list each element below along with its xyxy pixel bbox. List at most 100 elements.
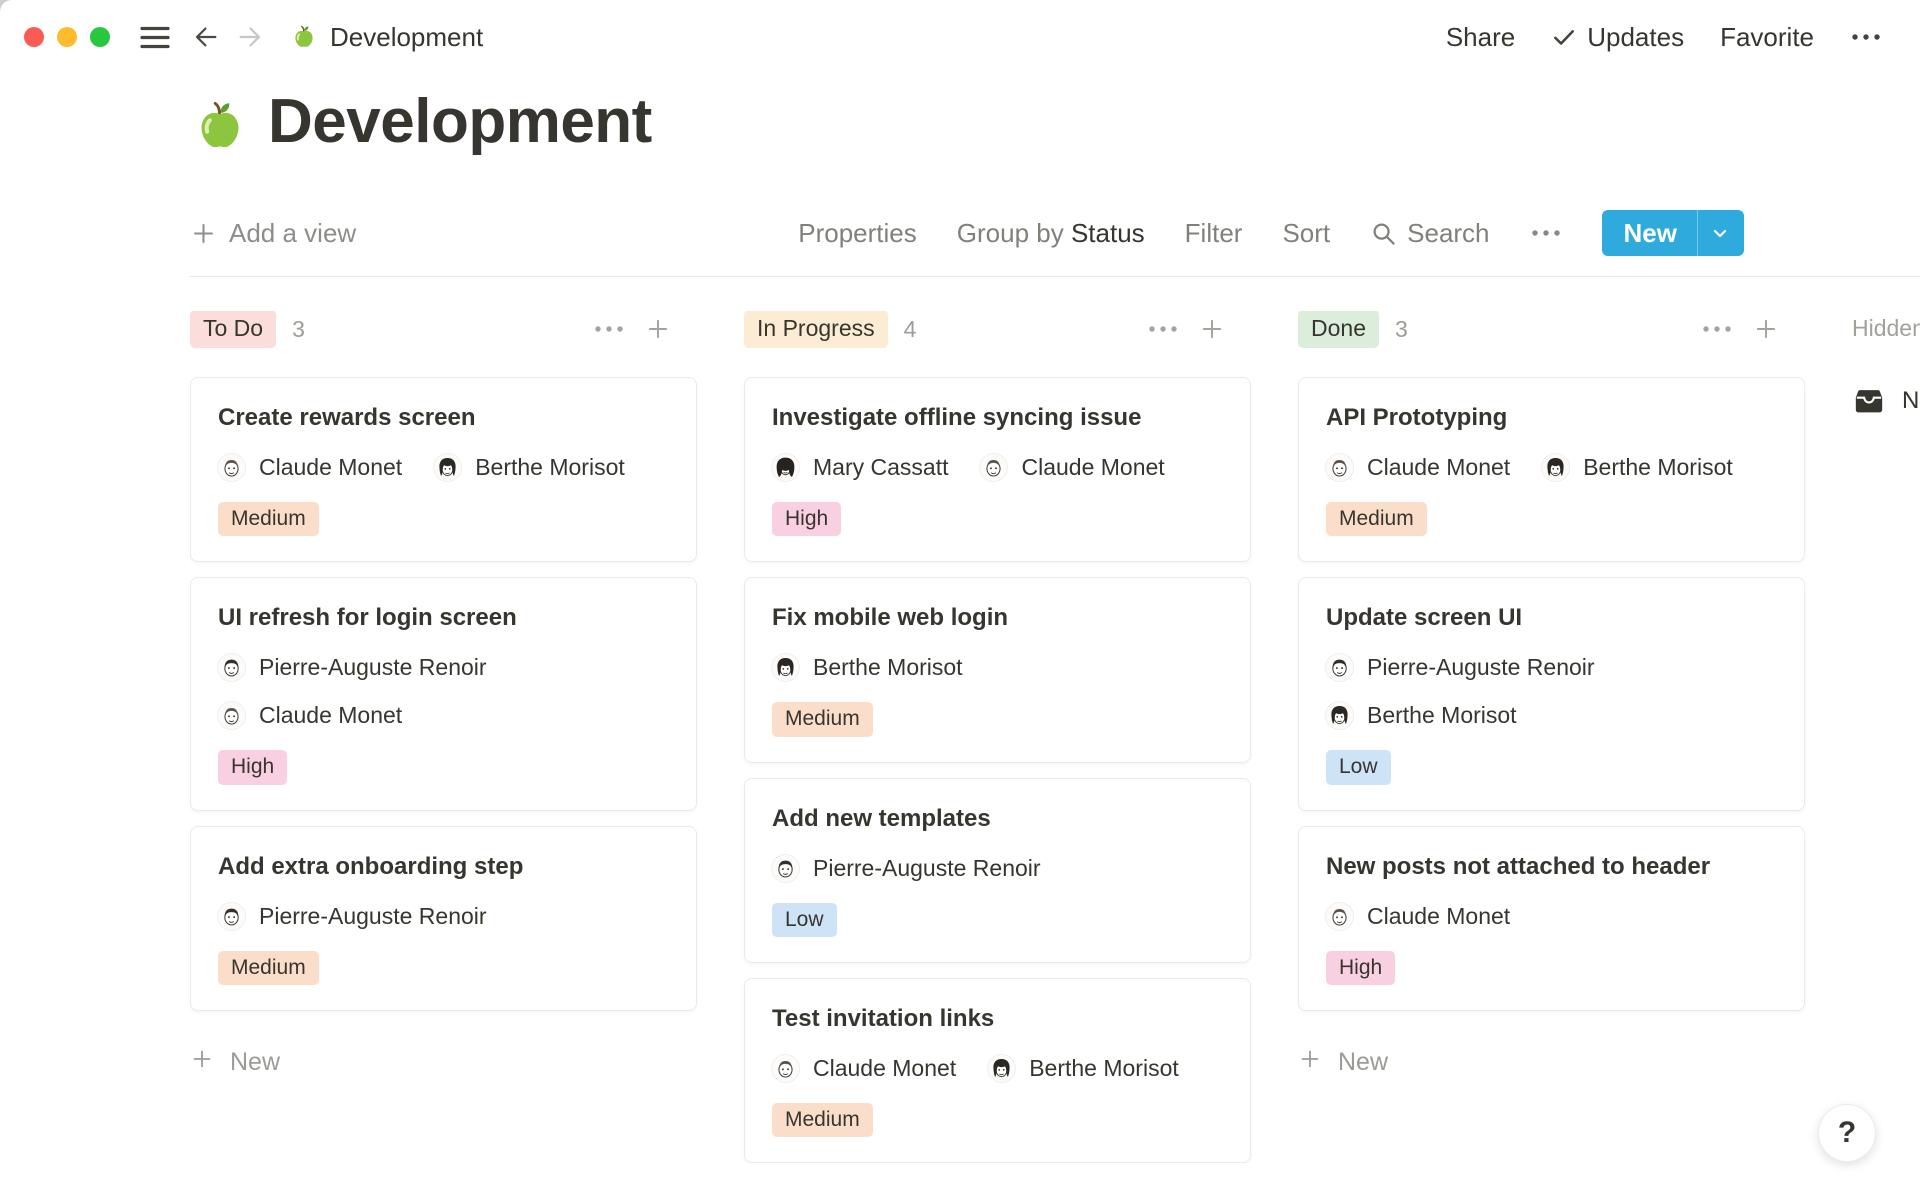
more-options-icon[interactable]: [1850, 32, 1882, 42]
toolbar-more-icon[interactable]: [1530, 228, 1562, 238]
hidden-group[interactable]: No Status: [1852, 384, 1920, 418]
card[interactable]: Update screen UI Pierre-Auguste Renoir Ber…: [1298, 577, 1805, 810]
column-more-icon[interactable]: [1701, 324, 1733, 334]
menu-icon[interactable]: [140, 24, 170, 51]
card[interactable]: Create rewards screen Claude MonetBerthe …: [190, 377, 697, 562]
card[interactable]: Investigate offline syncing issueMary Ca…: [744, 377, 1251, 562]
column-cards: Investigate offline syncing issueMary Ca…: [744, 377, 1251, 1163]
favorite-button[interactable]: Favorite: [1720, 22, 1814, 53]
card[interactable]: Test invitation linksClaude MonetBerthe …: [744, 978, 1251, 1163]
page-emoji-green-apple-icon[interactable]: [190, 96, 250, 156]
new-card-label: New: [230, 1048, 280, 1077]
status-badge[interactable]: In Progress: [744, 311, 888, 348]
hidden-group-label: No Status: [1902, 387, 1920, 415]
assignee: Berthe Morisot: [772, 654, 963, 681]
new-card-button[interactable]: New: [190, 1047, 697, 1078]
column-add-icon[interactable]: [645, 316, 671, 342]
card[interactable]: Add extra onboarding stepPierre-Auguste …: [190, 826, 697, 1011]
card-title: Create rewards screen: [218, 403, 669, 433]
zoom-window-button[interactable]: [90, 27, 110, 47]
back-arrow-icon[interactable]: [192, 23, 220, 51]
card-title: Update screen UI: [1326, 603, 1777, 633]
board: To Do3Create rewards screenClaude MonetB…: [190, 311, 1920, 1163]
page-title[interactable]: Development: [268, 88, 652, 156]
card[interactable]: New posts not attached to header Claude M…: [1298, 826, 1805, 1011]
avatar-woman-dark-hair: [1326, 702, 1353, 729]
assignee: Pierre-Auguste Renoir: [218, 654, 487, 681]
breadcrumb-page-title[interactable]: Development: [330, 22, 483, 53]
avatar-man-dark-hair: [218, 903, 245, 930]
assignee: Pierre-Auguste Renoir: [218, 903, 487, 930]
avatar-man-dark-hair: [218, 654, 245, 681]
properties-button[interactable]: Properties: [798, 218, 917, 249]
card[interactable]: Fix mobile web loginBerthe MorisotMedium: [744, 577, 1251, 762]
board-column-to-do: To Do3Create rewards screenClaude MonetB…: [190, 311, 697, 1078]
search-label: Search: [1407, 218, 1489, 249]
priority-badge: Low: [772, 903, 837, 937]
card[interactable]: Add new templates Pierre-Auguste Renoir Lo…: [744, 778, 1251, 963]
assignee-row: Pierre-Auguste Renoir: [218, 654, 669, 681]
status-badge[interactable]: Done: [1298, 311, 1379, 348]
card-title: Add new templates: [772, 804, 1223, 834]
column-add-icon[interactable]: [1753, 316, 1779, 342]
avatar-woman-dark-bob: [772, 454, 799, 481]
avatar-man-short-hair: [218, 454, 245, 481]
assignee-name: Claude Monet: [813, 1055, 956, 1082]
assignee: Pierre-Auguste Renoir: [772, 855, 1041, 882]
sort-button[interactable]: Sort: [1282, 218, 1330, 249]
assignee: Pierre-Auguste Renoir: [1326, 654, 1595, 681]
plus-icon: [190, 1047, 214, 1078]
assignee-name: Berthe Morisot: [1367, 702, 1517, 729]
close-window-button[interactable]: [24, 27, 44, 47]
assignee: Claude Monet: [1326, 454, 1510, 481]
column-actions: [1147, 316, 1225, 342]
column-more-icon[interactable]: [1147, 324, 1179, 334]
assignee-row: Claude MonetBerthe Morisot: [1326, 454, 1777, 481]
group-by-value: Status: [1071, 218, 1145, 248]
avatar-woman-dark-hair: [1542, 454, 1569, 481]
assignee-name: Claude Monet: [1021, 454, 1164, 481]
column-more-icon[interactable]: [593, 324, 625, 334]
group-by-label: Group by: [957, 218, 1064, 248]
help-button[interactable]: ?: [1818, 1104, 1876, 1162]
assignee-name: Claude Monet: [1367, 454, 1510, 481]
avatar-woman-dark-hair: [988, 1055, 1015, 1082]
filter-button[interactable]: Filter: [1185, 218, 1243, 249]
window-topbar: Development Share Updates Favorite: [0, 0, 1920, 74]
new-card-button[interactable]: New: [1298, 1047, 1805, 1078]
assignee-row: Claude Monet: [1326, 903, 1777, 930]
hidden-columns-label[interactable]: Hidden columns: [1852, 315, 1920, 342]
assignee-row: Claude Monet: [218, 702, 669, 729]
card[interactable]: UI refresh for login screenPierre-August…: [190, 577, 697, 810]
hidden-columns-section: Hidden columns No Status: [1852, 311, 1920, 418]
page-header: Development: [190, 88, 1920, 156]
search-button[interactable]: Search: [1370, 218, 1489, 249]
priority-badge: Medium: [218, 502, 319, 536]
column-add-icon[interactable]: [1199, 316, 1225, 342]
share-button[interactable]: Share: [1446, 22, 1515, 53]
assignee-row: Claude MonetBerthe Morisot: [772, 1055, 1223, 1082]
priority-badge: Low: [1326, 750, 1391, 784]
add-view-button[interactable]: Add a view: [190, 218, 356, 249]
minimize-window-button[interactable]: [57, 27, 77, 47]
card-title: New posts not attached to header: [1326, 852, 1777, 882]
assignee-row: Claude MonetBerthe Morisot: [218, 454, 669, 481]
chevron-down-icon[interactable]: [1697, 210, 1744, 256]
avatar-man-dark-hair: [1326, 654, 1353, 681]
status-badge[interactable]: To Do: [190, 311, 276, 348]
priority-badge: Medium: [772, 702, 873, 736]
topbar-actions: Share Updates Favorite: [1446, 22, 1882, 53]
avatar-man-short-hair: [1326, 454, 1353, 481]
assignee: Claude Monet: [218, 454, 402, 481]
card[interactable]: API PrototypingClaude MonetBerthe Moriso…: [1298, 377, 1805, 562]
group-by-button[interactable]: Group by Status: [957, 218, 1145, 249]
new-button[interactable]: New: [1602, 210, 1744, 256]
new-card-label: New: [1338, 1048, 1388, 1077]
column-count: 3: [1395, 316, 1408, 343]
assignee-name: Claude Monet: [259, 702, 402, 729]
column-header: Done 3: [1298, 311, 1805, 347]
updates-button[interactable]: Updates: [1551, 22, 1684, 53]
assignee-row: Mary CassattClaude Monet: [772, 454, 1223, 481]
forward-arrow-icon[interactable]: [236, 23, 264, 51]
updates-label: Updates: [1587, 22, 1684, 53]
